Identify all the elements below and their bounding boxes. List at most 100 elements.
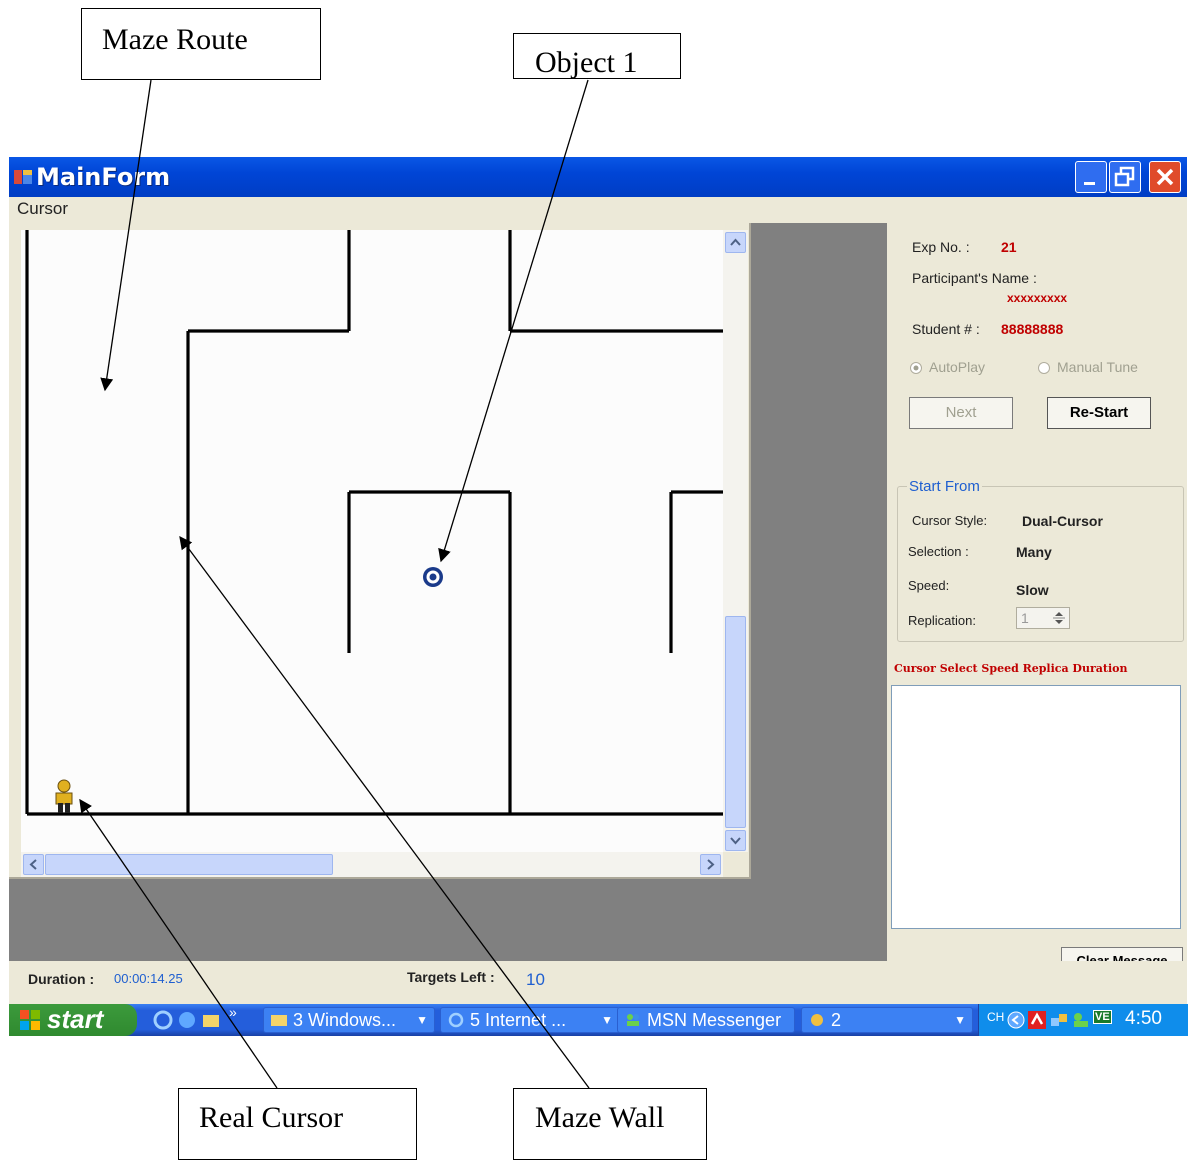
radio-manual-tune[interactable]: Manual Tune bbox=[1037, 359, 1167, 379]
exp-no-label: Exp No. : bbox=[912, 239, 970, 255]
tray-badge[interactable]: VE bbox=[1093, 1010, 1112, 1024]
taskbar-item-internet[interactable]: 5 Internet ... ▼ bbox=[440, 1007, 620, 1033]
maze-window bbox=[9, 223, 751, 879]
start-button[interactable]: start bbox=[9, 1004, 137, 1036]
vertical-scroll-thumb[interactable] bbox=[725, 616, 746, 828]
quick-launch: » bbox=[149, 1004, 249, 1032]
taskbar-item-internet-label: 5 Internet ... bbox=[470, 1010, 567, 1030]
close-icon bbox=[1156, 168, 1174, 186]
chevron-up-icon bbox=[730, 238, 741, 246]
callout-maze-route-text: Maze Route bbox=[102, 23, 248, 56]
maze-canvas[interactable] bbox=[21, 230, 723, 852]
taskbar-item-windows-label: 3 Windows... bbox=[293, 1010, 397, 1030]
chevron-down-icon bbox=[730, 837, 741, 845]
radio-selected-icon bbox=[910, 362, 922, 374]
start-from-title: Start From bbox=[907, 478, 982, 495]
maze-svg bbox=[25, 230, 723, 816]
scroll-down-button[interactable] bbox=[725, 830, 746, 851]
folder-icon[interactable] bbox=[201, 1010, 221, 1030]
minimize-icon bbox=[1084, 182, 1095, 185]
ie-icon[interactable] bbox=[177, 1010, 197, 1030]
language-indicator[interactable]: CH bbox=[987, 1010, 1004, 1024]
radio-autoplay-label: AutoPlay bbox=[929, 359, 986, 375]
spinner-arrows-icon bbox=[1053, 612, 1065, 624]
main-form-window: MainForm Cursor Exp No.: 21 Participant… bbox=[9, 157, 1187, 1012]
callout-object-1: Object 1 bbox=[513, 33, 681, 79]
real-cursor-icon[interactable] bbox=[55, 779, 73, 813]
dropdown-arrow-icon: ▼ bbox=[416, 1013, 428, 1027]
close-button[interactable] bbox=[1149, 161, 1181, 193]
cursor-style-label: Cursor Style: bbox=[912, 513, 988, 528]
tray-arrow-icon[interactable] bbox=[1007, 1011, 1025, 1029]
exp-no-value: 21 bbox=[1001, 239, 1017, 255]
taskbar-item-msn-label: MSN Messenger bbox=[647, 1010, 782, 1030]
student-value: 88888888 bbox=[1001, 321, 1064, 337]
targets-left-label: Targets Left : bbox=[407, 969, 495, 985]
message-header: Cursor Select Speed Replica Duration bbox=[894, 662, 1128, 675]
settings-icon bbox=[811, 1014, 823, 1026]
antivirus-icon[interactable] bbox=[1027, 1010, 1047, 1030]
next-button[interactable]: Next bbox=[909, 397, 1013, 429]
selection-value: Many bbox=[1016, 544, 1052, 560]
minimize-button[interactable] bbox=[1075, 161, 1107, 193]
duration-value: 00:00:14.25 bbox=[114, 971, 183, 986]
chevron-left-icon bbox=[29, 859, 37, 870]
folder-icon bbox=[271, 1015, 287, 1026]
targets-left-value: 10 bbox=[526, 970, 545, 989]
ie-icon[interactable] bbox=[153, 1010, 173, 1030]
callout-real-cursor-text: Real Cursor bbox=[199, 1101, 344, 1134]
replication-stepper[interactable]: 1 bbox=[1016, 607, 1070, 629]
app-icon bbox=[14, 170, 32, 184]
taskbar-item-group[interactable]: 2 ▼ bbox=[801, 1007, 973, 1033]
callout-maze-wall-text: Maze Wall bbox=[535, 1101, 665, 1134]
system-tray: CH VE 4:50 bbox=[978, 1004, 1188, 1036]
speed-value: Slow bbox=[1016, 582, 1049, 598]
network-icon[interactable] bbox=[1049, 1010, 1069, 1030]
taskbar-item-group-label: 2 bbox=[831, 1010, 842, 1030]
msn-messenger-icon bbox=[627, 1014, 639, 1026]
cursor-style-value: Dual-Cursor bbox=[1022, 513, 1103, 529]
menu-bar: Cursor bbox=[9, 197, 1187, 223]
messenger-tray-icon[interactable] bbox=[1071, 1010, 1091, 1030]
callout-real-cursor: Real Cursor bbox=[178, 1088, 417, 1160]
selection-label: Selection : bbox=[908, 544, 969, 559]
mdi-area bbox=[9, 223, 887, 961]
callout-maze-route: Maze Route bbox=[81, 8, 321, 80]
restore-button[interactable] bbox=[1109, 161, 1141, 193]
taskbar-item-msn[interactable]: MSN Messenger bbox=[617, 1007, 795, 1033]
horizontal-scrollbar[interactable] bbox=[21, 852, 723, 877]
callout-maze-wall: Maze Wall bbox=[513, 1088, 707, 1160]
horizontal-scroll-thumb[interactable] bbox=[45, 854, 333, 875]
menu-cursor[interactable]: Cursor bbox=[17, 199, 68, 219]
replication-label: Replication: bbox=[908, 613, 976, 628]
dropdown-arrow-icon: ▼ bbox=[601, 1013, 613, 1027]
participant-value: xxxxxxxxx bbox=[1007, 291, 1068, 305]
window-title: MainForm bbox=[36, 163, 171, 191]
clock[interactable]: 4:50 bbox=[1125, 1008, 1162, 1030]
dropdown-arrow-icon: ▼ bbox=[954, 1013, 966, 1027]
participant-label: Participant's Name : bbox=[912, 270, 1037, 286]
chevron-right-icon bbox=[707, 859, 715, 870]
title-bar[interactable]: MainForm bbox=[9, 157, 1187, 197]
duration-label: Duration : bbox=[28, 971, 95, 987]
target-object[interactable] bbox=[423, 567, 443, 587]
scroll-up-button[interactable] bbox=[725, 232, 746, 253]
start-from-group: Start From Cursor Style: Dual-Cursor Sel… bbox=[897, 478, 1184, 642]
restart-button[interactable]: Re-Start bbox=[1047, 397, 1151, 429]
vertical-scrollbar[interactable] bbox=[723, 230, 748, 852]
callout-object-1-text: Object 1 bbox=[535, 46, 638, 79]
message-box[interactable] bbox=[891, 685, 1181, 929]
restore-icon bbox=[1114, 166, 1135, 187]
taskbar-item-windows[interactable]: 3 Windows... ▼ bbox=[263, 1007, 435, 1033]
windows-logo-icon bbox=[20, 1010, 40, 1030]
radio-unselected-icon bbox=[1038, 362, 1050, 374]
radio-manual-label: Manual Tune bbox=[1057, 359, 1138, 375]
speed-label: Speed: bbox=[908, 578, 950, 593]
more-chevron-icon[interactable]: » bbox=[229, 1004, 237, 1020]
ie-icon bbox=[448, 1012, 464, 1028]
scroll-left-button[interactable] bbox=[23, 854, 44, 875]
control-panel: Exp No. : 21 Participant's Name : xxxxxx… bbox=[887, 223, 1187, 975]
scroll-right-button[interactable] bbox=[700, 854, 721, 875]
student-label: Student # : bbox=[912, 321, 980, 337]
radio-autoplay[interactable]: AutoPlay bbox=[909, 359, 1019, 379]
